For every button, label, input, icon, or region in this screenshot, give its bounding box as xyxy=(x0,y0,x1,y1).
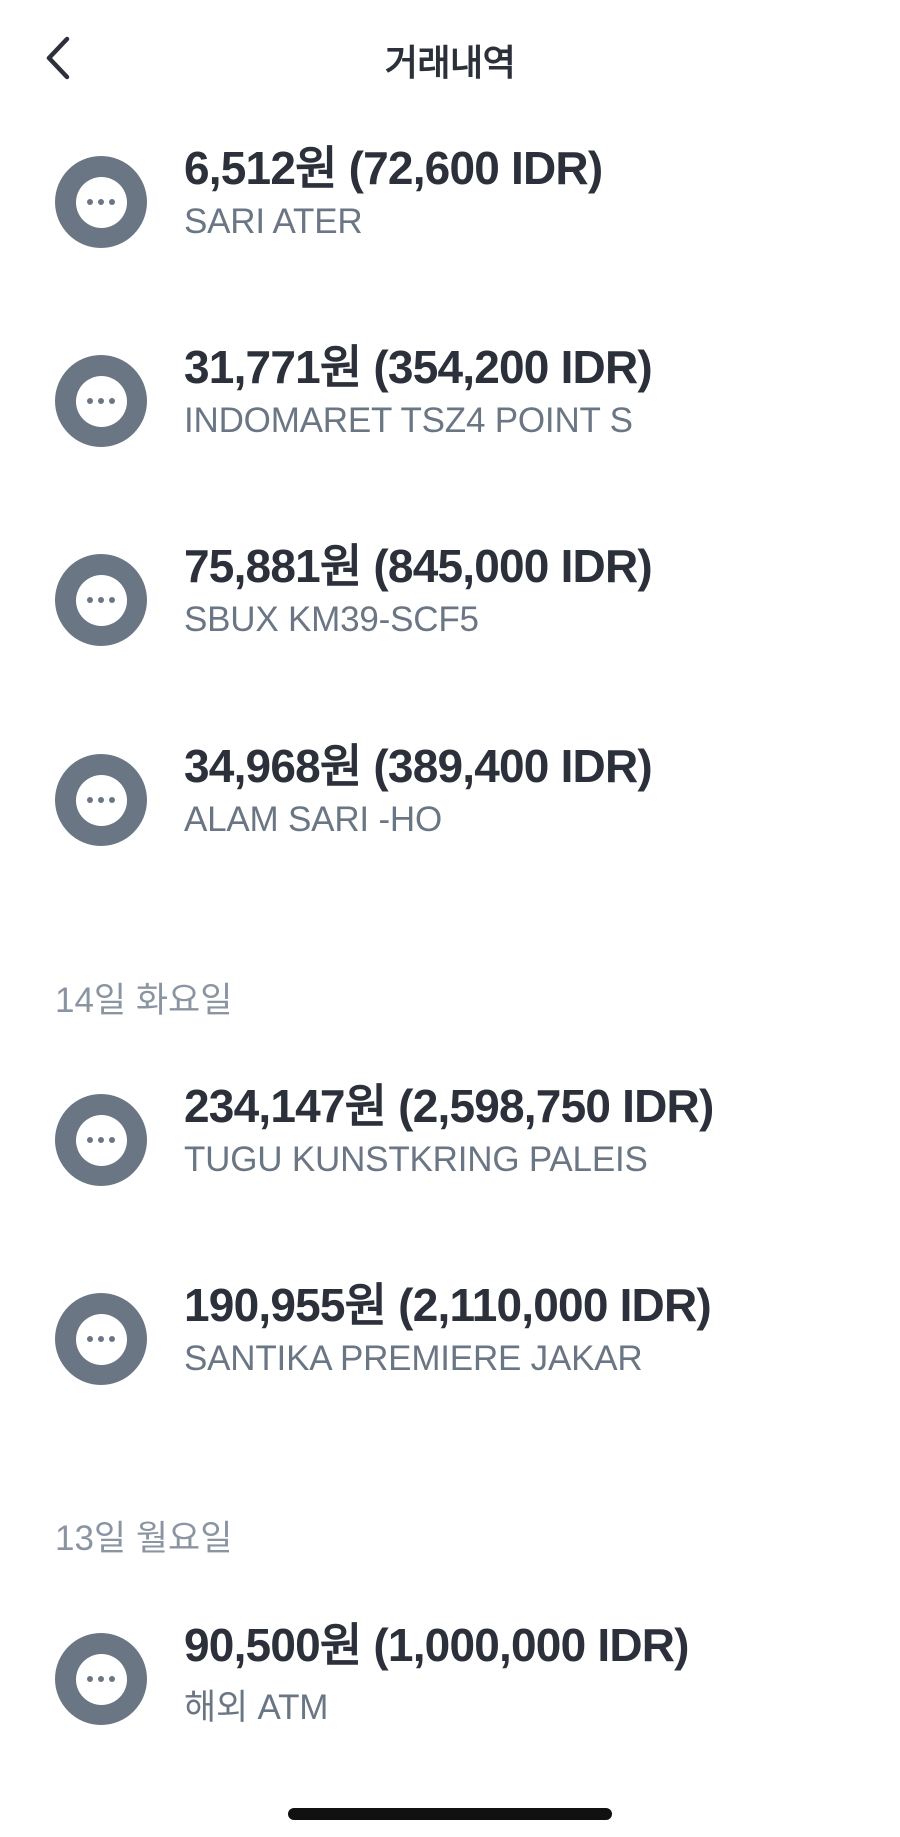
transaction-amount: 6,512원 (72,600 IDR) xyxy=(184,142,603,194)
transaction-row[interactable]: 6,512원 (72,600 IDR) SARI ATER xyxy=(0,130,900,280)
more-icon xyxy=(55,554,147,646)
transaction-amount: 75,881원 (845,000 IDR) xyxy=(184,540,653,592)
transaction-row[interactable]: 34,968원 (389,400 IDR) ALAM SARI -HO xyxy=(0,728,900,878)
more-icon xyxy=(55,754,147,846)
more-icon xyxy=(55,355,147,447)
more-icon xyxy=(55,156,147,248)
transaction-amount: 234,147원 (2,598,750 IDR) xyxy=(184,1080,714,1132)
transaction-merchant: TUGU KUNSTKRING PALEIS xyxy=(184,1140,648,1179)
transaction-row[interactable]: 31,771원 (354,200 IDR) INDOMARET TSZ4 POI… xyxy=(0,329,900,479)
transaction-amount: 190,955원 (2,110,000 IDR) xyxy=(184,1279,712,1331)
transaction-amount: 34,968원 (389,400 IDR) xyxy=(184,740,653,792)
date-header: 13일 월요일 xyxy=(55,1519,233,1558)
transaction-merchant: ALAM SARI -HO xyxy=(184,800,443,839)
transaction-row[interactable]: 234,147원 (2,598,750 IDR) TUGU KUNSTKRING… xyxy=(0,1068,900,1218)
transaction-amount: 31,771원 (354,200 IDR) xyxy=(184,341,653,393)
date-header: 14일 화요일 xyxy=(55,981,233,1020)
transaction-merchant: SARI ATER xyxy=(184,202,363,241)
transaction-merchant: INDOMARET TSZ4 POINT S xyxy=(184,401,633,440)
transaction-merchant: 해외 ATM xyxy=(184,1688,329,1727)
more-icon xyxy=(55,1293,147,1385)
home-indicator xyxy=(288,1808,612,1820)
more-icon xyxy=(55,1094,147,1186)
more-icon xyxy=(55,1633,147,1725)
transaction-row[interactable]: 75,881원 (845,000 IDR) SBUX KM39-SCF5 xyxy=(0,528,900,678)
transaction-merchant: SANTIKA PREMIERE JAKAR xyxy=(184,1339,643,1378)
transaction-row[interactable]: 190,955원 (2,110,000 IDR) SANTIKA PREMIER… xyxy=(0,1267,900,1417)
top-bar: 거래내역 xyxy=(0,0,900,118)
page-title: 거래내역 xyxy=(384,42,516,83)
transaction-row[interactable]: 90,500원 (1,000,000 IDR) 해외 ATM xyxy=(0,1607,900,1757)
transaction-merchant: SBUX KM39-SCF5 xyxy=(184,600,479,639)
transaction-amount: 90,500원 (1,000,000 IDR) xyxy=(184,1619,689,1671)
